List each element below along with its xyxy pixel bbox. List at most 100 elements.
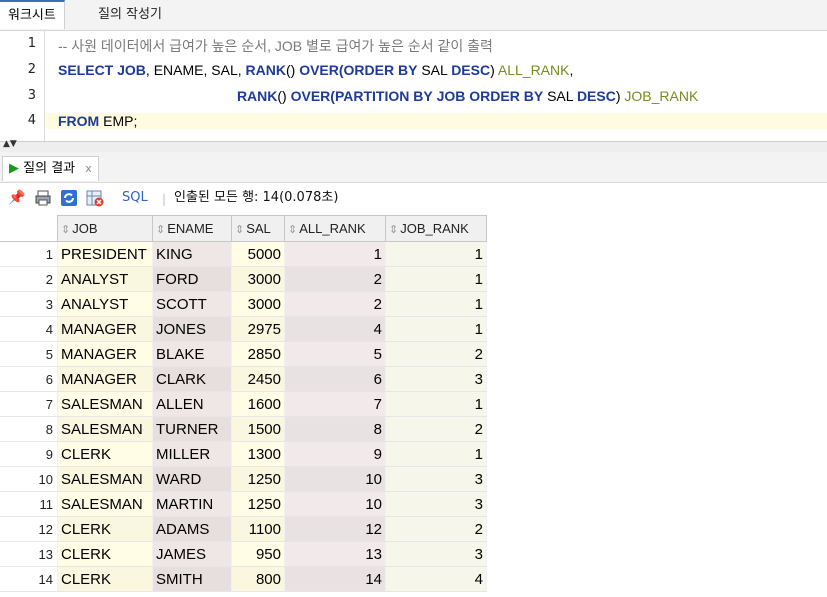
table-row[interactable]: 3 ANALYST SCOTT 3000 2 1: [0, 291, 487, 317]
cell-job[interactable]: SALESMAN: [57, 491, 153, 517]
cell-all-rank[interactable]: 1: [284, 241, 386, 267]
cell-sal[interactable]: 1600: [231, 391, 285, 417]
sort-icon[interactable]: ⇕: [288, 224, 297, 236]
cell-job-rank[interactable]: 3: [385, 491, 487, 517]
cell-ename[interactable]: SMITH: [152, 566, 232, 592]
table-row[interactable]: 2 ANALYST FORD 3000 2 1: [0, 266, 487, 292]
sql-editor[interactable]: 1 2 3 4 -- 사원 데이터에서 급여가 높은 순서, JOB 별로 급여…: [0, 31, 827, 141]
cell-ename[interactable]: SCOTT: [152, 291, 232, 317]
cell-ename[interactable]: KING: [152, 241, 232, 267]
cell-job[interactable]: CLERK: [57, 516, 153, 542]
cell-all-rank[interactable]: 8: [284, 416, 386, 442]
cell-job[interactable]: SALESMAN: [57, 466, 153, 492]
cell-job-rank[interactable]: 2: [385, 341, 487, 367]
column-header-job[interactable]: ⇕ JOB: [57, 215, 153, 242]
column-header-ename[interactable]: ⇕ ENAME: [152, 215, 232, 242]
cell-ename[interactable]: MILLER: [152, 441, 232, 467]
refresh-icon[interactable]: [60, 189, 78, 207]
cell-all-rank[interactable]: 6: [284, 366, 386, 392]
cell-job-rank[interactable]: 2: [385, 416, 487, 442]
result-grid[interactable]: ⇕ JOB ⇕ ENAME ⇕ SAL ⇕ ALL_RANK ⇕ JOB_RANK 1 PR…: [0, 215, 827, 597]
table-row[interactable]: 14 CLERK SMITH 800 14 4: [0, 566, 487, 592]
sort-icon[interactable]: ⇕: [235, 224, 244, 236]
cell-job[interactable]: SALESMAN: [57, 416, 153, 442]
cell-ename[interactable]: TURNER: [152, 416, 232, 442]
close-icon[interactable]: x: [85, 162, 92, 175]
cell-sal[interactable]: 1500: [231, 416, 285, 442]
tab-query-builder[interactable]: 질의 작성기: [90, 0, 170, 29]
table-row[interactable]: 10 SALESMAN WARD 1250 10 3: [0, 466, 487, 492]
cell-job[interactable]: ANALYST: [57, 266, 153, 292]
cell-ename[interactable]: WARD: [152, 466, 232, 492]
cell-job-rank[interactable]: 3: [385, 466, 487, 492]
cell-all-rank[interactable]: 13: [284, 541, 386, 567]
cell-all-rank[interactable]: 12: [284, 516, 386, 542]
pin-icon[interactable]: 📌: [8, 189, 26, 207]
cell-all-rank[interactable]: 2: [284, 291, 386, 317]
table-row[interactable]: 4 MANAGER JONES 2975 4 1: [0, 316, 487, 342]
cell-all-rank[interactable]: 5: [284, 341, 386, 367]
sort-icon[interactable]: ⇕: [156, 224, 165, 236]
cell-all-rank[interactable]: 7: [284, 391, 386, 417]
print-icon[interactable]: [34, 189, 52, 207]
cell-sal[interactable]: 1300: [231, 441, 285, 467]
cell-sal[interactable]: 3000: [231, 266, 285, 292]
cell-sal[interactable]: 2850: [231, 341, 285, 367]
cell-sal[interactable]: 800: [231, 566, 285, 592]
cell-ename[interactable]: JAMES: [152, 541, 232, 567]
cell-job-rank[interactable]: 1: [385, 266, 487, 292]
delete-icon[interactable]: [86, 189, 104, 207]
cell-ename[interactable]: ADAMS: [152, 516, 232, 542]
cell-all-rank[interactable]: 9: [284, 441, 386, 467]
cell-job-rank[interactable]: 3: [385, 366, 487, 392]
cell-job[interactable]: MANAGER: [57, 366, 153, 392]
table-row[interactable]: 8 SALESMAN TURNER 1500 8 2: [0, 416, 487, 442]
column-header-sal[interactable]: ⇕ SAL: [231, 215, 285, 242]
cell-job-rank[interactable]: 3: [385, 541, 487, 567]
table-row[interactable]: 9 CLERK MILLER 1300 9 1: [0, 441, 487, 467]
cell-sal[interactable]: 1250: [231, 466, 285, 492]
cell-all-rank[interactable]: 2: [284, 266, 386, 292]
cell-ename[interactable]: JONES: [152, 316, 232, 342]
table-row[interactable]: 13 CLERK JAMES 950 13 3: [0, 541, 487, 567]
cell-sal[interactable]: 3000: [231, 291, 285, 317]
cell-job-rank[interactable]: 1: [385, 441, 487, 467]
cell-job[interactable]: MANAGER: [57, 341, 153, 367]
cell-job-rank[interactable]: 1: [385, 291, 487, 317]
cell-job-rank[interactable]: 1: [385, 241, 487, 267]
cell-sal[interactable]: 950: [231, 541, 285, 567]
cell-sal[interactable]: 1100: [231, 516, 285, 542]
cell-ename[interactable]: MARTIN: [152, 491, 232, 517]
sql-link[interactable]: SQL: [122, 189, 148, 207]
column-header-job-rank[interactable]: ⇕ JOB_RANK: [385, 215, 487, 242]
table-row[interactable]: 5 MANAGER BLAKE 2850 5 2: [0, 341, 487, 367]
cell-job-rank[interactable]: 4: [385, 566, 487, 592]
cell-all-rank[interactable]: 14: [284, 566, 386, 592]
cell-job[interactable]: SALESMAN: [57, 391, 153, 417]
cell-job[interactable]: CLERK: [57, 541, 153, 567]
table-row[interactable]: 1 PRESIDENT KING 5000 1 1: [0, 241, 487, 267]
table-row[interactable]: 12 CLERK ADAMS 1100 12 2: [0, 516, 487, 542]
cell-ename[interactable]: BLAKE: [152, 341, 232, 367]
cell-sal[interactable]: 1250: [231, 491, 285, 517]
cell-ename[interactable]: CLARK: [152, 366, 232, 392]
collapse-arrows-icon[interactable]: ▲▼: [3, 140, 17, 149]
sort-icon[interactable]: ⇕: [389, 224, 398, 236]
cell-sal[interactable]: 2975: [231, 316, 285, 342]
cell-job[interactable]: CLERK: [57, 566, 153, 592]
cell-sal[interactable]: 2450: [231, 366, 285, 392]
sort-icon[interactable]: ⇕: [61, 224, 70, 236]
table-row[interactable]: 7 SALESMAN ALLEN 1600 7 1: [0, 391, 487, 417]
tab-query-result[interactable]: ▶ 질의 결과 x: [2, 156, 99, 181]
cell-job[interactable]: MANAGER: [57, 316, 153, 342]
cell-ename[interactable]: ALLEN: [152, 391, 232, 417]
cell-job[interactable]: ANALYST: [57, 291, 153, 317]
cell-job[interactable]: CLERK: [57, 441, 153, 467]
cell-job[interactable]: PRESIDENT: [57, 241, 153, 267]
cell-ename[interactable]: FORD: [152, 266, 232, 292]
cell-job-rank[interactable]: 1: [385, 316, 487, 342]
cell-all-rank[interactable]: 4: [284, 316, 386, 342]
cell-job-rank[interactable]: 1: [385, 391, 487, 417]
column-header-all-rank[interactable]: ⇕ ALL_RANK: [284, 215, 386, 242]
cell-all-rank[interactable]: 10: [284, 466, 386, 492]
